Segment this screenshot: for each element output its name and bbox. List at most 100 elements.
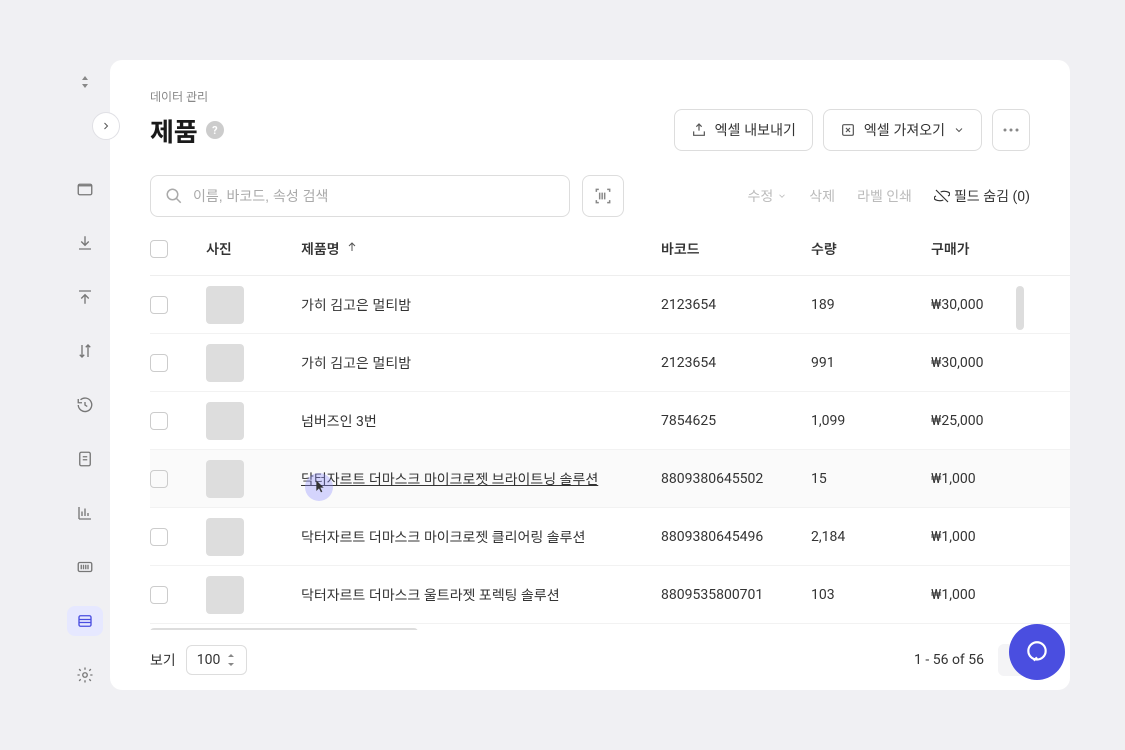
sidebar-item-settings[interactable]	[67, 660, 103, 690]
sidebar-item-history[interactable]	[67, 390, 103, 420]
export-icon	[691, 122, 707, 138]
sidebar-item-chart[interactable]	[67, 498, 103, 528]
import-button[interactable]: 엑셀 가져오기	[823, 109, 982, 151]
table-row[interactable]: 넘버즈인 3번 78546251,099₩25,000	[150, 392, 1070, 450]
product-price: ₩1,000	[931, 471, 1051, 487]
table-row[interactable]: 가히 김고은 멀티밤2123654189₩30,000	[150, 276, 1070, 334]
row-checkbox[interactable]	[150, 354, 168, 372]
table-row[interactable]: 닥터자르트 더마스크 마이크로젯 브라이트닝 솔루션88093806455021…	[150, 450, 1070, 508]
col-qty[interactable]: 수량	[811, 239, 931, 259]
table-body: 가히 김고은 멀티밤2123654189₩30,000가히 김고은 멀티밤212…	[150, 276, 1070, 624]
product-price: ₩25,000	[931, 413, 1051, 429]
table-row[interactable]: 닥터자르트 더마스크 울트라젯 포렉팅 솔루션8809535800701103₩…	[150, 566, 1070, 624]
sidebar-toggle[interactable]	[92, 112, 120, 140]
row-checkbox[interactable]	[150, 470, 168, 488]
table-row[interactable]: 닥터자르트 더마스크 마이크로젯 클리어링 솔루션 88093806454962,…	[150, 508, 1070, 566]
product-barcode: 8809535800701	[661, 587, 811, 603]
table: 사진 제품명 바코드 수량 구매가 가히 김고은 멀티밤2123654189₩3…	[150, 239, 1070, 630]
more-button[interactable]	[992, 109, 1030, 151]
view-group: 보기 100	[150, 645, 247, 675]
chevron-down-icon	[777, 191, 787, 201]
vertical-scrollbar[interactable]	[1016, 286, 1024, 330]
row-checkbox[interactable]	[150, 412, 168, 430]
label-print-action[interactable]: 라벨 인쇄	[857, 186, 912, 206]
scan-icon	[593, 186, 613, 206]
product-qty: 991	[811, 355, 931, 371]
row-checkbox[interactable]	[150, 528, 168, 546]
checkbox-all[interactable]	[150, 240, 168, 258]
table-row[interactable]: 가히 김고은 멀티밤 2123654991₩30,000	[150, 334, 1070, 392]
chat-fab[interactable]	[1009, 624, 1065, 680]
col-name-label: 제품명	[301, 239, 340, 259]
scan-button[interactable]	[582, 175, 624, 217]
search-input[interactable]	[193, 188, 555, 204]
sidebar-item-upload[interactable]	[67, 282, 103, 312]
export-label: 엑셀 내보내기	[715, 120, 796, 140]
delete-action[interactable]: 삭제	[809, 186, 835, 206]
product-qty: 2,184	[811, 529, 931, 545]
horizontal-scrollbar[interactable]	[150, 628, 418, 630]
product-qty: 189	[811, 297, 931, 313]
chevron-down-icon	[953, 124, 965, 136]
more-icon	[1003, 128, 1019, 132]
toolbar-actions: 수정 삭제 라벨 인쇄 필드 숨김 (0)	[747, 186, 1030, 206]
product-name: 넘버즈인 3번	[301, 411, 377, 431]
col-photo[interactable]: 사진	[206, 239, 301, 259]
sidebar-item-download[interactable]	[67, 227, 103, 257]
page-title-text: 제품	[150, 112, 198, 149]
row-checkbox[interactable]	[150, 296, 168, 314]
col-barcode[interactable]: 바코드	[661, 239, 811, 259]
edit-label: 수정	[747, 186, 773, 206]
edit-action[interactable]: 수정	[747, 186, 787, 206]
product-thumb	[206, 402, 244, 440]
product-price: ₩1,000	[931, 529, 1051, 545]
select-icon	[226, 653, 236, 667]
import-label: 엑셀 가져오기	[864, 120, 945, 140]
col-name[interactable]: 제품명	[301, 239, 661, 259]
main-panel: 데이터 관리 제품 ? 엑셀 내보내기 엑셀 가져오기	[110, 60, 1070, 690]
chat-icon	[1024, 639, 1050, 665]
sidebar-item-swap[interactable]	[67, 336, 103, 366]
search-box[interactable]	[150, 175, 570, 217]
product-price: ₩30,000	[931, 355, 1051, 371]
sort-asc-icon	[346, 241, 358, 257]
sort-icon[interactable]	[73, 72, 97, 92]
view-label: 보기	[150, 650, 176, 670]
sidebar-item-doc[interactable]	[67, 444, 103, 474]
header-row: 제품 ? 엑셀 내보내기 엑셀 가져오기	[150, 109, 1070, 151]
header-buttons: 엑셀 내보내기 엑셀 가져오기	[674, 109, 1030, 151]
product-barcode: 2123654	[661, 355, 811, 371]
product-name: 닥터자르트 더마스크 마이크로젯 클리어링 솔루션	[301, 527, 585, 547]
product-qty: 1,099	[811, 413, 931, 429]
hide-fields-label: 필드 숨김 (0)	[954, 186, 1030, 206]
sidebar-item-box[interactable]	[67, 173, 103, 203]
search-icon	[165, 187, 183, 205]
eye-off-icon	[934, 188, 950, 204]
product-thumb	[206, 576, 244, 614]
product-name: 가히 김고은 멀티밤	[301, 353, 411, 373]
table-header: 사진 제품명 바코드 수량 구매가	[150, 239, 1070, 276]
sidebar	[60, 60, 110, 690]
row-checkbox[interactable]	[150, 586, 168, 604]
help-icon[interactable]: ?	[206, 121, 224, 139]
product-barcode: 8809380645502	[661, 471, 811, 487]
toolbar-row: 수정 삭제 라벨 인쇄 필드 숨김 (0)	[150, 175, 1070, 217]
product-name: 닥터자르트 더마스크 울트라젯 포렉팅 솔루션	[301, 585, 560, 605]
export-button[interactable]: 엑셀 내보내기	[674, 109, 813, 151]
product-barcode: 8809380645496	[661, 529, 811, 545]
hide-fields-action[interactable]: 필드 숨김 (0)	[934, 186, 1030, 206]
label-print-label: 라벨 인쇄	[857, 186, 912, 206]
footer: 보기 100 1 - 56 of 56	[150, 630, 1070, 690]
sidebar-item-barcode[interactable]	[67, 552, 103, 582]
product-qty: 103	[811, 587, 931, 603]
page-title: 제품 ?	[150, 112, 224, 149]
product-name: 닥터자르트 더마스크 마이크로젯 브라이트닝 솔루션	[301, 469, 598, 489]
product-thumb	[206, 460, 244, 498]
product-barcode: 7854625	[661, 413, 811, 429]
page-size-select[interactable]: 100	[186, 645, 248, 675]
col-price[interactable]: 구매가	[931, 239, 1051, 259]
pagination-text: 1 - 56 of 56	[914, 652, 984, 668]
sidebar-item-list[interactable]	[67, 606, 103, 636]
product-thumb	[206, 518, 244, 556]
excel-icon	[840, 122, 856, 138]
